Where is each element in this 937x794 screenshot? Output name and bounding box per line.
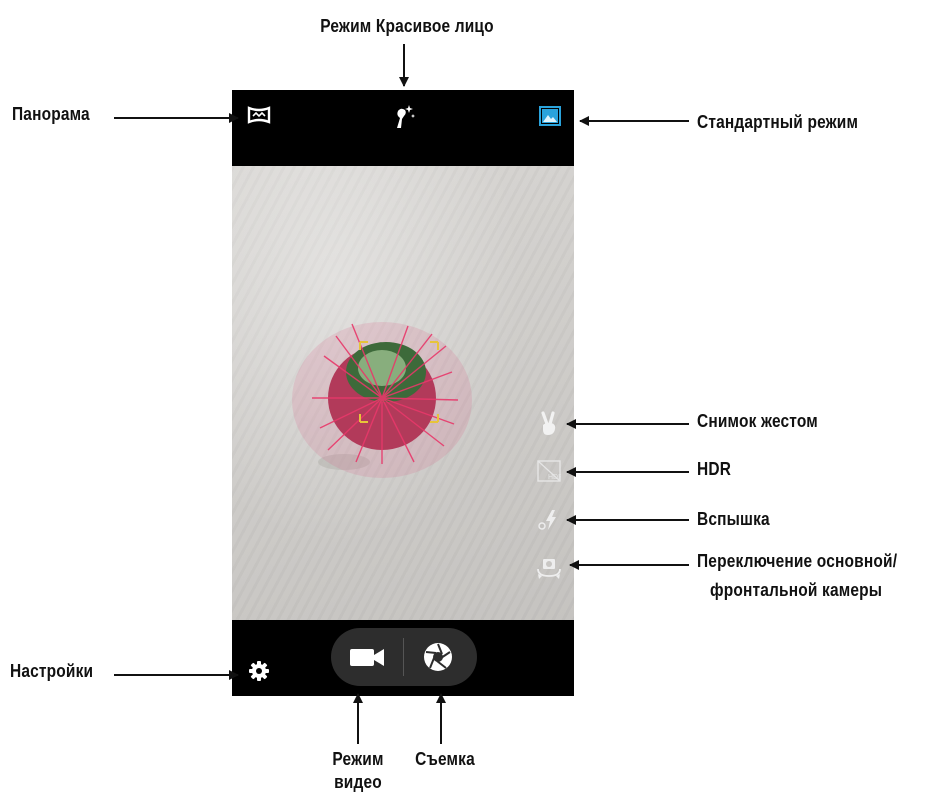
hdr-icon: HDR: [537, 460, 563, 482]
gear-icon: [249, 661, 269, 681]
pill-divider: [403, 638, 404, 676]
label-settings: Настройки: [10, 661, 94, 681]
gesture-hand-icon: [541, 411, 556, 435]
hdr-button[interactable]: HDR: [537, 460, 563, 482]
camera-preview[interactable]: HDR: [232, 166, 574, 620]
standard-mode-icon: [539, 106, 561, 126]
beauty-face-button[interactable]: [391, 102, 417, 130]
bottom-bar: [232, 620, 574, 696]
label-video-mode-2: видео: [334, 772, 382, 792]
label-hdr: HDR: [697, 459, 732, 479]
standard-mode-button[interactable]: [539, 106, 561, 126]
shutter-icon: [424, 643, 452, 671]
capture-controls: [331, 628, 477, 686]
label-panorama: Панорама: [12, 104, 90, 124]
label-flash: Вспышка: [697, 509, 770, 529]
flash-button[interactable]: [537, 508, 561, 532]
video-mode-button[interactable]: [349, 644, 387, 670]
cactus-photo: [292, 322, 472, 478]
top-bar: [232, 90, 574, 166]
label-gesture-shot: Снимок жестом: [697, 411, 818, 431]
flash-auto-icon: [538, 510, 556, 530]
label-beauty-face: Режим Красивое лицо: [320, 16, 494, 36]
label-switch-camera-1: Переключение основной/: [697, 551, 898, 571]
svg-text:HDR: HDR: [548, 474, 561, 481]
shutter-button[interactable]: [422, 641, 454, 673]
label-standard-mode: Стандартный режим: [697, 112, 859, 132]
panorama-button[interactable]: [246, 104, 272, 126]
settings-button[interactable]: [248, 660, 270, 682]
switch-camera-icon: [537, 559, 561, 579]
camera-screen: HDR: [232, 90, 574, 696]
label-shoot: Съемка: [415, 749, 475, 769]
label-video-mode-1: Режим: [332, 749, 384, 769]
gesture-shot-button[interactable]: [538, 411, 560, 437]
beauty-face-icon: [397, 105, 415, 128]
label-switch-camera-2: фронтальной камеры: [710, 580, 883, 600]
video-camera-icon: [350, 649, 384, 666]
panorama-icon: [247, 106, 271, 124]
switch-camera-button[interactable]: [535, 555, 563, 581]
